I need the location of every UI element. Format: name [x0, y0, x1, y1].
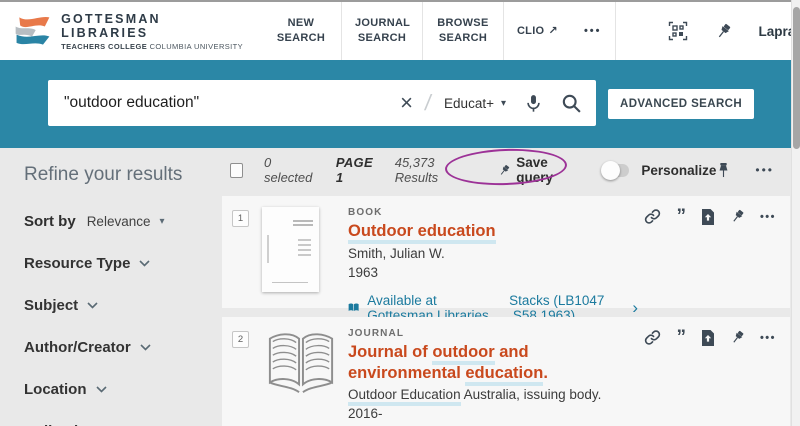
select-all-checkbox[interactable] — [230, 162, 243, 178]
page-indicator: PAGE 1 — [335, 155, 373, 185]
pin-icon — [500, 164, 509, 175]
pin-results-icon[interactable] — [716, 162, 731, 178]
selected-count: 0 selected — [263, 155, 313, 185]
top-navigation-bar: GOTTESMAN LIBRARIES TEACHERS COLLEGE COL… — [0, 0, 800, 60]
chevron-right-icon: › — [632, 298, 638, 318]
result-title-link[interactable]: Journal of outdoor and environmental edu… — [348, 342, 638, 386]
qr-code-icon[interactable] — [668, 21, 688, 41]
sort-value: Relevance — [86, 214, 151, 229]
nav-clio[interactable]: CLIO ↗ — [502, 2, 571, 60]
nav-journal-search[interactable]: JOURNAL SEARCH — [340, 2, 422, 60]
book-cover-thumbnail — [262, 207, 319, 292]
citation-icon[interactable]: ” — [676, 328, 686, 347]
facet-author-creator[interactable]: Author/Creator — [24, 339, 212, 356]
nav-browse-search[interactable]: BROWSE SEARCH — [421, 2, 503, 60]
chevron-down-icon: ▾ — [500, 97, 506, 109]
external-link-icon: ↗ — [548, 24, 558, 37]
nav-new-search[interactable]: NEW SEARCH — [261, 2, 341, 60]
permalink-icon[interactable] — [644, 208, 661, 225]
pin-record-icon[interactable] — [730, 209, 745, 224]
account-area: Laprade, Lorraine — [614, 2, 800, 60]
journal-thumbnail-icon — [268, 333, 334, 393]
result-author: Outdoor Education Australia, issuing bod… — [348, 387, 638, 407]
clear-search-icon[interactable]: × — [392, 92, 421, 114]
chevron-down-icon — [87, 302, 98, 309]
advanced-search-button[interactable]: ADVANCED SEARCH — [608, 89, 755, 119]
citation-icon[interactable]: ” — [676, 207, 686, 226]
results-more-menu[interactable]: ••• — [755, 163, 774, 177]
search-box: × / Educat+ ▾ — [48, 80, 596, 126]
ellipsis-icon: ••• — [583, 24, 602, 37]
facet-location[interactable]: Location — [24, 381, 212, 398]
pin-record-icon[interactable] — [730, 330, 745, 345]
refine-title: Refine your results — [24, 164, 183, 185]
result-card-2: 2 JOURNAL Journal of outdoor and environ… — [222, 317, 790, 426]
export-icon[interactable] — [701, 329, 715, 346]
result-card-1: 1 BOOK Outdoor education Smith, Julian W… — [222, 196, 790, 323]
chevron-down-icon — [95, 386, 107, 393]
result-date: 1963 — [348, 264, 379, 280]
resource-type-label: BOOK — [348, 207, 383, 218]
nav-more-menu[interactable]: ••• — [571, 2, 615, 60]
record-actions: ” ••• — [644, 207, 776, 226]
record-more-icon[interactable]: ••• — [760, 211, 776, 223]
sort-by-dropdown[interactable]: Sort by Relevance ▾ — [24, 213, 212, 230]
page-scrollbar — [791, 0, 800, 426]
permalink-icon[interactable] — [644, 329, 661, 346]
result-title-link[interactable]: Outdoor education — [348, 221, 638, 244]
pin-favorites-icon[interactable] — [715, 23, 732, 40]
search-scope-dropdown[interactable]: Educat+ ▾ — [435, 96, 515, 111]
result-index-badge: 2 — [232, 331, 249, 348]
export-icon[interactable] — [701, 208, 715, 225]
open-book-icon — [348, 303, 359, 312]
library-search-page: GOTTESMAN LIBRARIES TEACHERS COLLEGE COL… — [0, 0, 800, 426]
results-area: 0 selected PAGE 1 45,373 Results Save qu… — [222, 146, 790, 426]
main-nav: NEW SEARCH JOURNAL SEARCH BROWSE SEARCH … — [261, 2, 615, 60]
voice-search-icon[interactable] — [515, 94, 552, 113]
brand-name: GOTTESMAN LIBRARIES — [61, 11, 161, 40]
chevron-down-icon — [140, 344, 151, 351]
search-submit-icon[interactable] — [552, 93, 596, 114]
gottesman-logo-icon — [15, 17, 50, 45]
facet-subject[interactable]: Subject — [24, 297, 212, 314]
facet-resource-type[interactable]: Resource Type — [24, 255, 212, 272]
personalize-label[interactable]: Personalize — [641, 163, 716, 178]
scrollbar-thumb[interactable] — [793, 7, 800, 149]
resource-type-label: JOURNAL — [348, 328, 405, 339]
record-actions: ” ••• — [644, 328, 776, 347]
results-header: 0 selected PAGE 1 45,373 Results Save qu… — [222, 146, 790, 192]
results-count: 45,373 Results — [394, 155, 439, 185]
search-divider: / — [423, 90, 433, 115]
chevron-down-icon — [139, 260, 151, 267]
refine-sidebar: Refine your results Sort by Relevance ▾ … — [0, 148, 222, 426]
result-index-badge: 1 — [232, 210, 249, 227]
search-band: × / Educat+ ▾ ADVANCED SEARCH — [0, 60, 800, 148]
chevron-down-icon: ▾ — [159, 216, 165, 227]
result-author: Smith, Julian W. — [348, 245, 445, 261]
record-more-icon[interactable]: ••• — [760, 332, 776, 344]
save-query-button[interactable]: Save query — [498, 155, 576, 185]
brand-subtitle: TEACHERS COLLEGE COLUMBIA UNIVERSITY — [61, 41, 244, 51]
personalize-toggle[interactable] — [601, 160, 630, 180]
library-logo-link[interactable]: GOTTESMAN LIBRARIES TEACHERS COLLEGE COL… — [0, 2, 255, 60]
result-date: 2016- — [348, 406, 383, 422]
search-input[interactable] — [48, 94, 393, 112]
